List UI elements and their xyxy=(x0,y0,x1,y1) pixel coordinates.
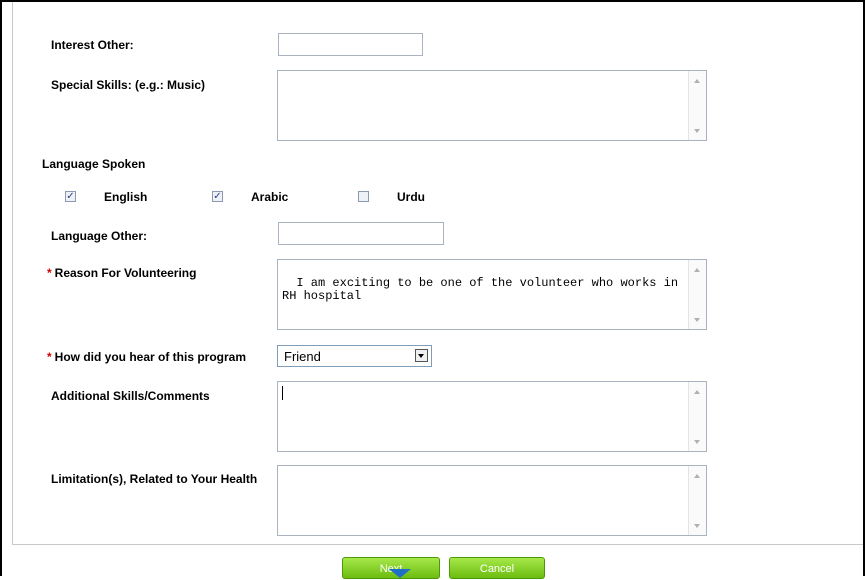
arabic-checkbox[interactable]: ✓ xyxy=(212,191,223,202)
reason-textarea[interactable]: I am exciting to be one of the volunteer… xyxy=(277,259,707,330)
scroll-up-icon[interactable] xyxy=(694,268,700,272)
language-other-input[interactable] xyxy=(278,222,444,245)
arabic-label: Arabic xyxy=(251,190,289,204)
next-arrow-icon xyxy=(389,569,411,578)
required-mark: * xyxy=(47,350,52,364)
scroll-down-icon[interactable] xyxy=(694,129,700,133)
english-label: English xyxy=(104,190,148,204)
urdu-checkbox[interactable] xyxy=(358,191,369,202)
text-caret xyxy=(282,386,283,400)
scroll-down-icon[interactable] xyxy=(694,440,700,444)
scroll-up-icon[interactable] xyxy=(694,474,700,478)
scroll-down-icon[interactable] xyxy=(694,318,700,322)
chevron-down-icon[interactable] xyxy=(415,349,428,362)
limitations-scrollbar[interactable] xyxy=(688,466,706,535)
additional-skills-label: Additional Skills/Comments xyxy=(51,389,210,403)
how-heard-label-row: * How did you hear of this program xyxy=(47,350,246,364)
limitations-textarea[interactable] xyxy=(277,465,707,536)
checked-icon: ✓ xyxy=(213,191,222,202)
how-heard-selected: Friend xyxy=(284,349,321,364)
window-frame-left xyxy=(0,0,2,576)
additional-skills-textarea[interactable] xyxy=(277,381,707,452)
scroll-up-icon[interactable] xyxy=(694,390,700,394)
scroll-down-icon[interactable] xyxy=(694,524,700,528)
window-frame-top xyxy=(0,0,865,2)
special-skills-scrollbar[interactable] xyxy=(688,71,706,140)
reason-label-row: * Reason For Volunteering xyxy=(47,266,196,280)
interest-other-label: Interest Other: xyxy=(51,38,134,52)
checked-icon: ✓ xyxy=(66,191,75,202)
cancel-button-label: Cancel xyxy=(479,563,515,575)
additional-skills-scrollbar[interactable] xyxy=(688,382,706,451)
language-other-label: Language Other: xyxy=(51,229,148,243)
english-checkbox[interactable]: ✓ xyxy=(65,191,76,202)
special-skills-textarea[interactable] xyxy=(277,70,707,141)
interest-other-input[interactable] xyxy=(278,33,423,56)
reason-label: Reason For Volunteering xyxy=(54,266,197,280)
required-mark: * xyxy=(47,266,52,280)
reason-value: I am exciting to be one of the volunteer… xyxy=(282,276,686,303)
how-heard-select[interactable]: Friend xyxy=(277,345,432,367)
language-spoken-label: Language Spoken xyxy=(42,157,146,171)
scroll-up-icon[interactable] xyxy=(694,79,700,83)
limitations-label: Limitation(s), Related to Your Health xyxy=(51,472,258,486)
how-heard-label: How did you hear of this program xyxy=(54,350,247,364)
reason-scrollbar[interactable] xyxy=(688,260,706,329)
urdu-label: Urdu xyxy=(397,190,425,204)
special-skills-label: Special Skills: (e.g.: Music) xyxy=(51,78,206,92)
